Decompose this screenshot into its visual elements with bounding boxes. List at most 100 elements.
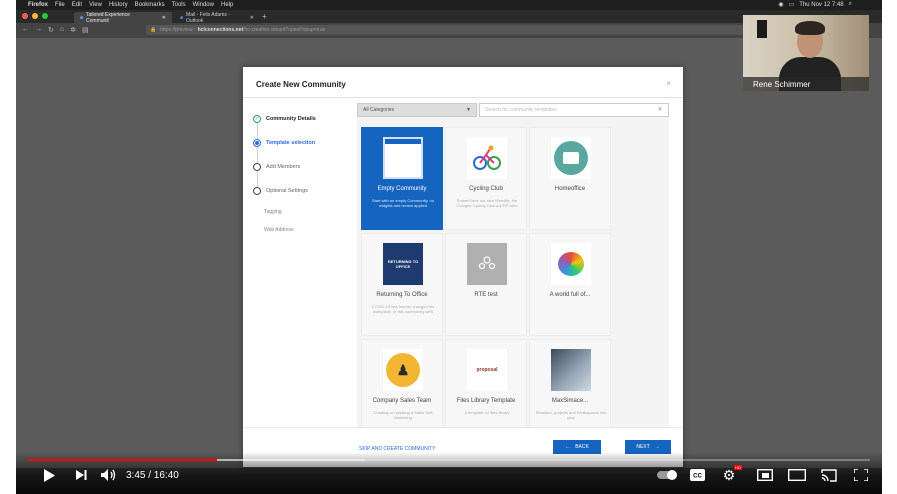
- sales-team-icon: ♟: [383, 349, 423, 391]
- battery-icon[interactable]: ▭: [789, 1, 795, 8]
- reload-icon[interactable]: ↻: [48, 26, 54, 34]
- tab-tailored-experience[interactable]: ■ Tailored Experience Communit ✕: [74, 12, 172, 24]
- close-icon[interactable]: ×: [666, 79, 671, 88]
- step-template-selection[interactable]: Template selection: [253, 139, 315, 147]
- template-card-cycling-club[interactable]: Cycling Club Embed here our own Website,…: [445, 127, 527, 230]
- step-optional-settings[interactable]: Optional Settings: [253, 187, 308, 195]
- mac-menubar: Firefox File Edit View History Bookmarks…: [16, 0, 882, 10]
- book-club-icon: [551, 137, 591, 179]
- template-card-maxsimace[interactable]: MaxSimace... Structure, projects and Wor…: [529, 339, 611, 427]
- template-title: Company Sales Team: [372, 398, 432, 404]
- home-icon[interactable]: ⌂: [60, 26, 64, 34]
- step-connector: [257, 121, 258, 191]
- maximize-window-icon[interactable]: [42, 13, 48, 19]
- clock-label[interactable]: Thu Nov 12 7:48: [799, 2, 843, 8]
- category-select[interactable]: All Categories ▼: [357, 103, 477, 117]
- tab-mail[interactable]: ■ Mail - Felix Adams - Outlook ✕: [174, 11, 260, 24]
- close-tab-icon[interactable]: ✕: [250, 15, 254, 21]
- theater-mode-icon[interactable]: [788, 468, 806, 482]
- template-title: Cycling Club: [469, 186, 503, 192]
- step-label: Template selection: [266, 140, 316, 146]
- template-title: A world full of...: [549, 292, 591, 298]
- back-icon[interactable]: ←: [22, 26, 29, 34]
- template-card-world-full-of[interactable]: A world full of...: [529, 233, 611, 336]
- close-tab-icon[interactable]: ✕: [162, 15, 166, 21]
- forward-icon[interactable]: →: [35, 26, 42, 34]
- minimize-window-icon[interactable]: [32, 13, 38, 19]
- cast-icon[interactable]: [820, 468, 838, 482]
- menu-edit[interactable]: Edit: [72, 2, 82, 8]
- autoplay-toggle-icon[interactable]: [656, 468, 680, 482]
- tab-label: Mail - Felix Adams - Outlook: [186, 11, 230, 24]
- modal-title: Create New Community: [256, 80, 346, 89]
- hd-badge: HD: [734, 465, 742, 470]
- template-title: Returning To Office: [376, 292, 428, 298]
- step-add-members[interactable]: Add Members: [253, 163, 300, 171]
- menu-tools[interactable]: Tools: [172, 2, 186, 8]
- sub-step-tagging[interactable]: Tagging: [264, 209, 282, 215]
- template-description: A template for files library: [464, 410, 510, 415]
- cyclist-icon: [467, 137, 507, 179]
- step-community-details[interactable]: ✓ Community Details: [253, 115, 316, 123]
- thumb-caption: RETURNING TO OFFICE: [387, 259, 419, 269]
- check-icon: ✓: [253, 115, 261, 123]
- word-cloud-icon: proposal: [467, 349, 507, 391]
- miniplayer-icon[interactable]: [756, 468, 774, 482]
- captions-icon[interactable]: CC: [688, 468, 706, 482]
- url-prefix: https://preview.: [160, 27, 194, 33]
- tab-favicon: ■: [80, 14, 84, 21]
- settings-gear-icon[interactable]: ⚙ HD: [720, 465, 742, 483]
- tab-favicon: ■: [180, 14, 184, 21]
- url-bar[interactable]: 🔒 https://preview. hclconnections.net/hc-…: [146, 25, 786, 35]
- menu-app-name[interactable]: Firefox: [28, 2, 48, 8]
- template-gallery: All Categories ▼ Search for community te…: [357, 103, 669, 427]
- template-title: Empty Community: [377, 186, 427, 192]
- progress-bar[interactable]: [28, 459, 870, 461]
- template-description: Structure, projects and Workspaces into …: [535, 410, 607, 421]
- step-label: Optional Settings: [266, 188, 308, 194]
- sub-step-web-address[interactable]: Web Address: [264, 227, 294, 233]
- url-path: /hc-creation-wizard?openPopup=true: [243, 27, 326, 33]
- template-card-rte-test[interactable]: RTE test: [445, 233, 527, 336]
- fullscreen-icon[interactable]: [852, 468, 870, 482]
- search-icon[interactable]: ⌕: [849, 1, 852, 8]
- next-video-icon[interactable]: [72, 468, 90, 482]
- menu-history[interactable]: History: [109, 2, 128, 8]
- template-description: Embed here our own Website, the Cologne …: [456, 198, 518, 209]
- template-description: COVID-19 has forever changed the workpla…: [371, 304, 435, 315]
- template-card-homeoffice[interactable]: Homeoffice: [529, 127, 611, 230]
- menu-bookmarks[interactable]: Bookmarks: [135, 2, 165, 8]
- back-label: BACK: [575, 444, 589, 450]
- template-search-input[interactable]: Search for community templates ⌕: [479, 103, 669, 117]
- search-placeholder: Search for community templates: [485, 107, 557, 113]
- new-tab-icon[interactable]: +: [262, 12, 267, 21]
- template-title: Homeoffice: [554, 186, 586, 192]
- sidebar-icon[interactable]: ▤: [82, 26, 89, 34]
- menu-window[interactable]: Window: [193, 2, 214, 8]
- template-title: MaxSimace...: [551, 398, 589, 404]
- step-label: Add Members: [266, 164, 301, 170]
- template-card-files-library[interactable]: proposal Files Library Template A templa…: [445, 339, 527, 427]
- close-window-icon[interactable]: [22, 13, 28, 19]
- play-icon[interactable]: [40, 468, 58, 482]
- menu-help[interactable]: Help: [221, 2, 233, 8]
- template-card-returning-to-office[interactable]: RETURNING TO OFFICE Returning To Office …: [361, 233, 443, 336]
- template-card-company-sales-team[interactable]: ♟ Company Sales Team Creating or updatin…: [361, 339, 443, 427]
- create-community-modal: Create New Community × ✓ Community Detai…: [243, 67, 683, 467]
- presenter-name: Rene Schimmer: [743, 77, 869, 91]
- settings-icon[interactable]: ✲: [70, 26, 76, 34]
- empty-window-icon: [383, 137, 423, 179]
- volume-icon[interactable]: [100, 468, 118, 482]
- video-frame[interactable]: Firefox File Edit View History Bookmarks…: [16, 0, 882, 494]
- returning-to-office-icon: RETURNING TO OFFICE: [383, 243, 423, 285]
- radio-icon: [253, 163, 261, 171]
- search-icon[interactable]: ⌕: [658, 106, 662, 114]
- template-card-empty-community[interactable]: Empty Community Start with an empty Comm…: [361, 127, 443, 230]
- menu-file[interactable]: File: [55, 2, 65, 8]
- template-description: Creating or updating a Sales Unit Market…: [373, 410, 433, 421]
- menu-view[interactable]: View: [89, 2, 102, 8]
- wifi-icon[interactable]: ◉: [778, 1, 783, 8]
- svg-text:CC: CC: [693, 474, 702, 480]
- presenter-hair: [795, 21, 825, 35]
- lock-icon: 🔒: [150, 27, 157, 33]
